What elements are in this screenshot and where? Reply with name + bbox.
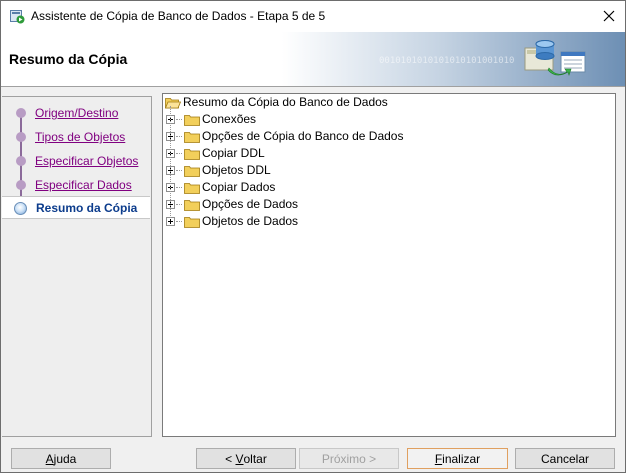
- step-visited-icon: [16, 156, 26, 166]
- tree-connector: [176, 204, 182, 205]
- folder-icon: [184, 200, 200, 211]
- help-button[interactable]: Ajuda: [11, 448, 111, 469]
- help-button-label-rest: juda: [53, 451, 77, 466]
- cancel-button-label: Cancelar: [540, 451, 590, 466]
- close-button[interactable]: [597, 5, 621, 27]
- tree-connector: [176, 187, 182, 188]
- tree-connector: [176, 221, 182, 222]
- wizard-window: Assistente de Cópia de Banco de Dados - …: [0, 0, 626, 473]
- tree-connector: [176, 153, 182, 154]
- folder-icon: [184, 115, 200, 126]
- step-visited-icon: [16, 180, 26, 190]
- step-item-origem-destino[interactable]: Origem/Destino: [2, 102, 150, 124]
- tree-node-label: Copiar DDL: [202, 146, 265, 160]
- folder-icon: [184, 132, 200, 143]
- finish-button-mnemonic: F: [434, 451, 443, 466]
- back-button-label: <: [225, 451, 236, 466]
- step-link[interactable]: Tipos de Objetos: [35, 130, 125, 144]
- database-copy-graphic: [524, 40, 586, 76]
- step-visited-icon: [16, 132, 26, 142]
- tree-node-label: Conexões: [202, 112, 257, 126]
- tree-vertical-connector: [170, 106, 171, 218]
- step-item-especificar-objetos[interactable]: Especificar Objetos: [2, 150, 150, 172]
- folder-icon: [184, 149, 200, 160]
- folder-icon: [184, 217, 200, 228]
- finish-button[interactable]: Finalizar: [407, 448, 508, 469]
- next-button[interactable]: Próximo >: [299, 448, 399, 469]
- back-button-mnemonic: V: [235, 451, 244, 466]
- tree-node-conexoes[interactable]: Conexões: [163, 111, 615, 128]
- help-button-mnemonic: A: [45, 451, 54, 466]
- tree-node-opcoes-copia[interactable]: Opções de Cópia do Banco de Dados: [163, 128, 615, 145]
- tree-node-label: Objetos de Dados: [202, 214, 299, 228]
- summary-tree[interactable]: Resumo da Cópia do Banco de Dados Conexõ…: [162, 93, 616, 437]
- tree-node-label: Opções de Dados: [202, 197, 299, 211]
- folder-icon: [184, 166, 200, 177]
- tree-node-label: Copiar Dados: [202, 180, 276, 194]
- tree-root-row[interactable]: Resumo da Cópia do Banco de Dados: [163, 94, 615, 111]
- step-link[interactable]: Origem/Destino: [35, 106, 118, 120]
- step-item-especificar-dados[interactable]: Especificar Dados: [2, 174, 150, 196]
- step-current-label: Resumo da Cópia: [36, 201, 138, 215]
- folder-icon: [184, 183, 200, 194]
- wizard-steps-nav: Origem/Destino Tipos de Objetos Especifi…: [2, 96, 152, 437]
- tree-node-copiar-ddl[interactable]: Copiar DDL: [163, 145, 615, 162]
- cancel-button[interactable]: Cancelar: [515, 448, 615, 469]
- tree-root-label: Resumo da Cópia do Banco de Dados: [183, 95, 388, 109]
- tree-node-copiar-dados[interactable]: Copiar Dados: [163, 179, 615, 196]
- close-icon: [603, 10, 615, 22]
- window-title: Assistente de Cópia de Banco de Dados - …: [31, 9, 326, 23]
- folder-open-icon: [165, 98, 181, 109]
- title-bar: Assistente de Cópia de Banco de Dados - …: [1, 1, 625, 32]
- step-visited-icon: [16, 108, 26, 118]
- header-binary-decoration: 0010101010101010101001010: [379, 56, 515, 66]
- tree-connector: [176, 136, 182, 137]
- tree-node-label: Objetos DDL: [202, 163, 271, 177]
- tree-connector: [176, 119, 182, 120]
- step-link[interactable]: Especificar Dados: [35, 178, 132, 192]
- next-button-label: Próximo >: [321, 451, 377, 466]
- app-icon: [10, 10, 25, 24]
- tree-connector: [176, 170, 182, 171]
- tree-node-objetos-dados[interactable]: Objetos de Dados: [163, 213, 615, 230]
- back-button-label-rest: oltar: [243, 451, 267, 466]
- back-button[interactable]: < Voltar: [196, 448, 296, 469]
- step-item-tipos-de-objetos[interactable]: Tipos de Objetos: [2, 126, 150, 148]
- step-link[interactable]: Especificar Objetos: [35, 154, 138, 168]
- tree-node-label: Opções de Cópia do Banco de Dados: [202, 129, 404, 143]
- tree-node-opcoes-dados[interactable]: Opções de Dados: [163, 196, 615, 213]
- step-item-resumo-da-copia[interactable]: Resumo da Cópia: [2, 196, 150, 219]
- tree-node-objetos-ddl[interactable]: Objetos DDL: [163, 162, 615, 179]
- expand-icon[interactable]: [166, 217, 175, 226]
- finish-button-label: inalizar: [442, 451, 481, 466]
- wizard-header: Resumo da Cópia 001010101010101010100101…: [1, 32, 625, 87]
- page-title: Resumo da Cópia: [9, 51, 128, 67]
- step-current-icon: [14, 202, 27, 215]
